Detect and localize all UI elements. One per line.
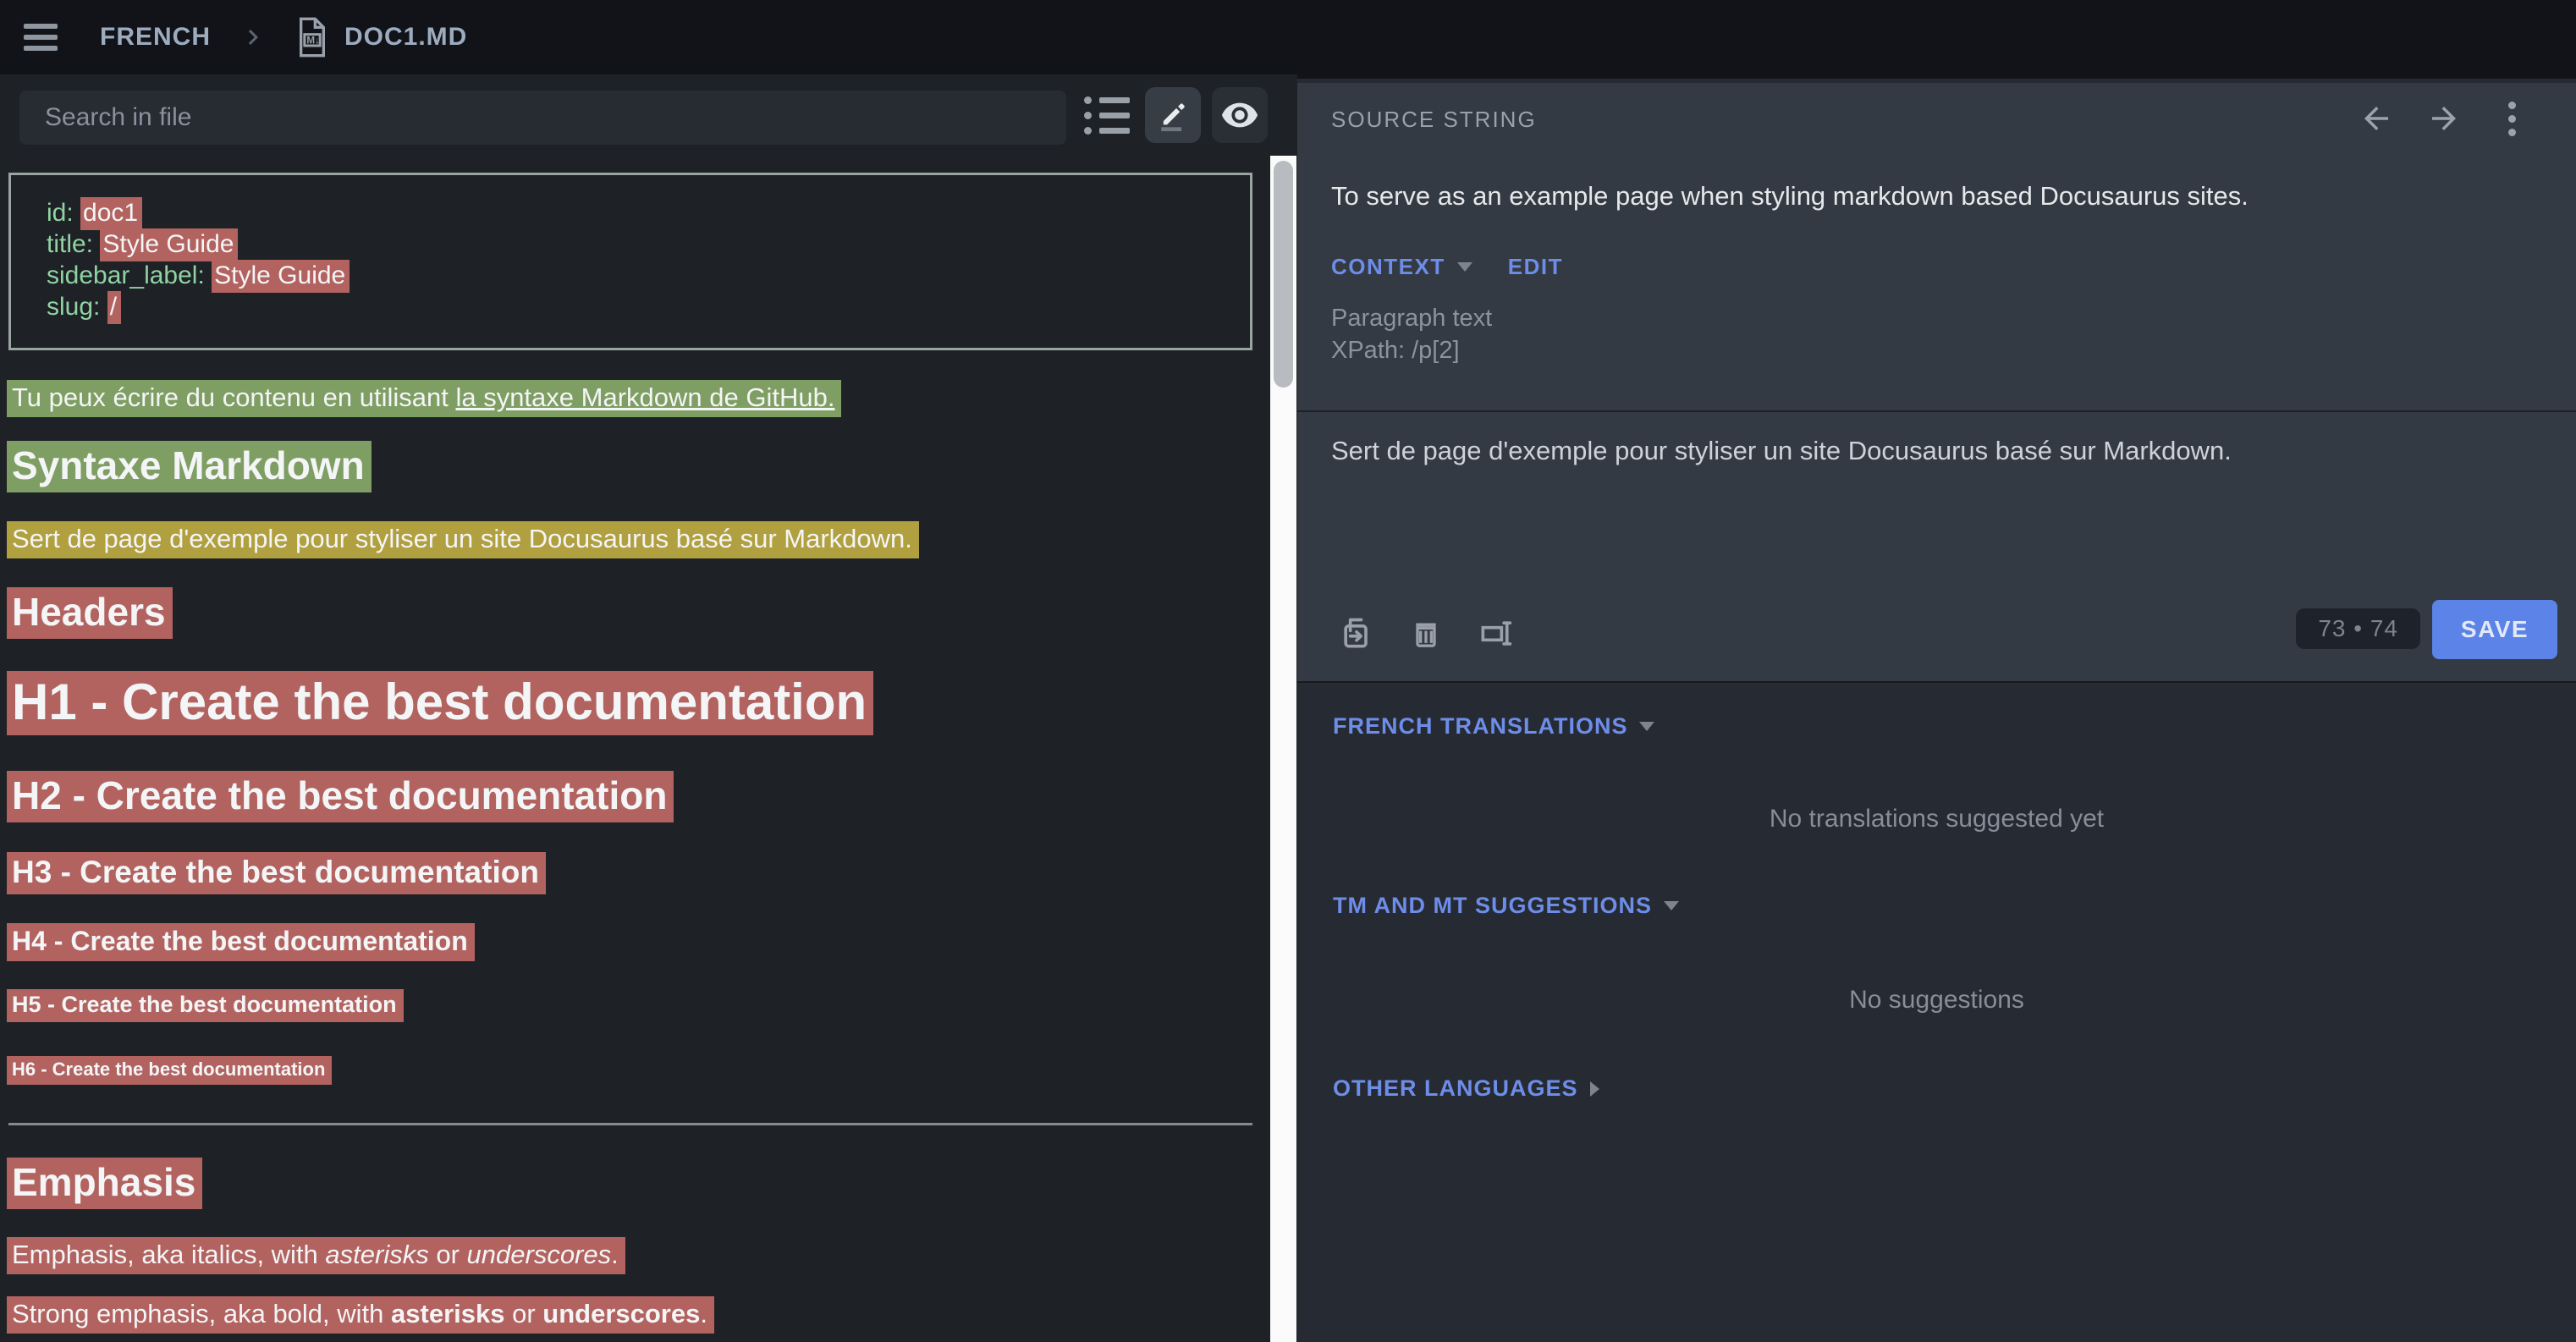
translatable-string[interactable]: H6 - Create the best documentation — [7, 1056, 332, 1085]
heading-h1-sample: H1 - Create the best documentation — [7, 672, 873, 733]
context-xpath: XPath: /p[2] — [1331, 337, 1460, 365]
trash-icon — [1409, 617, 1443, 651]
translatable-string[interactable]: Style Guide — [100, 228, 238, 261]
chevron-right-icon — [1590, 1081, 1599, 1097]
translatable-string[interactable]: H1 - Create the best documentation — [7, 671, 873, 735]
source-string-label: SOURCE STRING — [1331, 107, 1537, 133]
translations-empty-state: No translations suggested yet — [1297, 805, 2576, 833]
text-field-icon — [1477, 615, 1514, 652]
translation-panel: SOURCE STRING To serve as an example pag… — [1297, 74, 2576, 1342]
horizontal-rule — [8, 1123, 1252, 1125]
frontmatter-line: slug: / — [47, 291, 1250, 322]
top-bar: FRENCH M↓ DOC1.MD — [0, 0, 2576, 74]
arrow-right-icon — [2426, 101, 2462, 136]
translatable-string[interactable]: Syntaxe Markdown — [7, 441, 372, 492]
french-translations-section[interactable]: FRENCH TRANSLATIONS — [1333, 713, 1654, 740]
svg-text:M↓: M↓ — [306, 36, 320, 47]
translatable-string[interactable]: H3 - Create the best documentation — [7, 852, 546, 894]
chevron-down-icon — [1639, 722, 1654, 731]
insert-source-button[interactable] — [1338, 615, 1375, 652]
breadcrumb-project[interactable]: FRENCH — [100, 23, 211, 52]
save-button[interactable]: SAVE — [2432, 600, 2557, 659]
kebab-icon — [2508, 102, 2516, 136]
heading-emphasis: Emphasis — [7, 1158, 202, 1206]
heading-markdown-syntax: Syntaxe Markdown — [7, 442, 372, 489]
heading-h3-sample: H3 - Create the best documentation — [7, 853, 546, 892]
heading-h4-sample: H4 - Create the best documentation — [7, 924, 475, 958]
chevron-down-icon — [1457, 262, 1472, 272]
source-string-card: SOURCE STRING To serve as an example pag… — [1297, 83, 2576, 410]
translation-editor-card: Sert de page d'exemple pour styliser un … — [1297, 412, 2576, 681]
paragraph-strong: Strong emphasis, aka bold, with asterisk… — [7, 1297, 714, 1331]
arrow-left-icon — [2359, 101, 2394, 136]
character-counter: 73 • 74 — [2296, 608, 2420, 649]
clear-translation-button[interactable] — [1407, 615, 1445, 652]
translatable-string[interactable]: Headers — [7, 587, 173, 639]
menu-icon[interactable] — [24, 24, 58, 51]
context-toggle[interactable]: CONTEXT — [1331, 254, 1445, 280]
translatable-string[interactable]: H5 - Create the best documentation — [7, 989, 404, 1022]
heading-h2-sample: H2 - Create the best documentation — [7, 772, 674, 819]
tm-mt-suggestions-section[interactable]: TM AND MT SUGGESTIONS — [1333, 893, 1679, 919]
divider — [1297, 681, 2576, 683]
paragraph-selected: Sert de page d'exemple pour styliser un … — [7, 522, 919, 556]
context-row: CONTEXT EDIT — [1331, 254, 1563, 280]
string-navigation — [2358, 100, 2530, 137]
translatable-string[interactable]: doc1 — [80, 197, 142, 230]
translatable-string[interactable]: Emphasis, aka italics, with asterisks or… — [7, 1237, 625, 1274]
markdown-file-icon: M↓ — [295, 16, 329, 58]
heading-h5-sample: H5 - Create the best documentation — [7, 990, 404, 1019]
frontmatter-line: id: doc1 — [47, 197, 1250, 228]
translatable-string[interactable]: Strong emphasis, aka bold, with asterisk… — [7, 1296, 714, 1334]
other-languages-section[interactable]: OTHER LANGUAGES — [1333, 1075, 1599, 1102]
left-panel-scrollbar[interactable] — [1270, 156, 1296, 1342]
next-string-button[interactable] — [2425, 100, 2463, 137]
frontmatter-line: title: Style Guide — [47, 228, 1250, 260]
heading-h6-sample: H6 - Create the best documentation — [7, 1058, 332, 1081]
document-preview: id: doc1 title: Style Guide sidebar_labe… — [0, 74, 1270, 1342]
scrollbar-thumb[interactable] — [1274, 161, 1293, 388]
context-type: Paragraph text — [1331, 305, 1492, 333]
chevron-right-icon — [238, 22, 268, 52]
selected-string[interactable]: Sert de page d'exemple pour styliser un … — [7, 521, 919, 558]
frontmatter-block: id: doc1 title: Style Guide sidebar_labe… — [8, 173, 1252, 350]
heading-headers: Headers — [7, 588, 173, 635]
translatable-string[interactable]: Style Guide — [212, 260, 350, 293]
frontmatter-line: sidebar_label: Style Guide — [47, 260, 1250, 291]
link-text[interactable]: la syntaxe Markdown de GitHub. — [455, 382, 834, 412]
editor-toolbar — [1338, 615, 1514, 652]
translation-input[interactable]: Sert de page d'exemple pour styliser un … — [1331, 436, 2533, 588]
translatable-string[interactable]: H2 - Create the best documentation — [7, 771, 674, 822]
more-options-button[interactable] — [2493, 100, 2530, 137]
paragraph-emphasis: Emphasis, aka italics, with asterisks or… — [7, 1238, 625, 1272]
insert-tag-button[interactable] — [1477, 615, 1514, 652]
paragraph-intro: Tu peux écrire du contenu en utilisant l… — [7, 381, 841, 415]
edit-context-button[interactable]: EDIT — [1508, 254, 1563, 280]
chevron-down-icon — [1664, 901, 1679, 910]
translatable-string[interactable]: Tu peux écrire du contenu en utilisant l… — [7, 380, 841, 417]
file-preview-panel: id: doc1 title: Style Guide sidebar_labe… — [0, 74, 1297, 1342]
translatable-string[interactable]: / — [107, 291, 121, 324]
previous-string-button[interactable] — [2358, 100, 2395, 137]
suggestions-empty-state: No suggestions — [1297, 986, 2576, 1015]
breadcrumb-file[interactable]: DOC1.MD — [344, 23, 467, 52]
translatable-string[interactable]: H4 - Create the best documentation — [7, 923, 475, 961]
copy-arrow-icon — [1338, 615, 1375, 652]
translatable-string[interactable]: Emphasis — [7, 1158, 202, 1209]
source-text: To serve as an example page when styling… — [1331, 181, 2248, 212]
